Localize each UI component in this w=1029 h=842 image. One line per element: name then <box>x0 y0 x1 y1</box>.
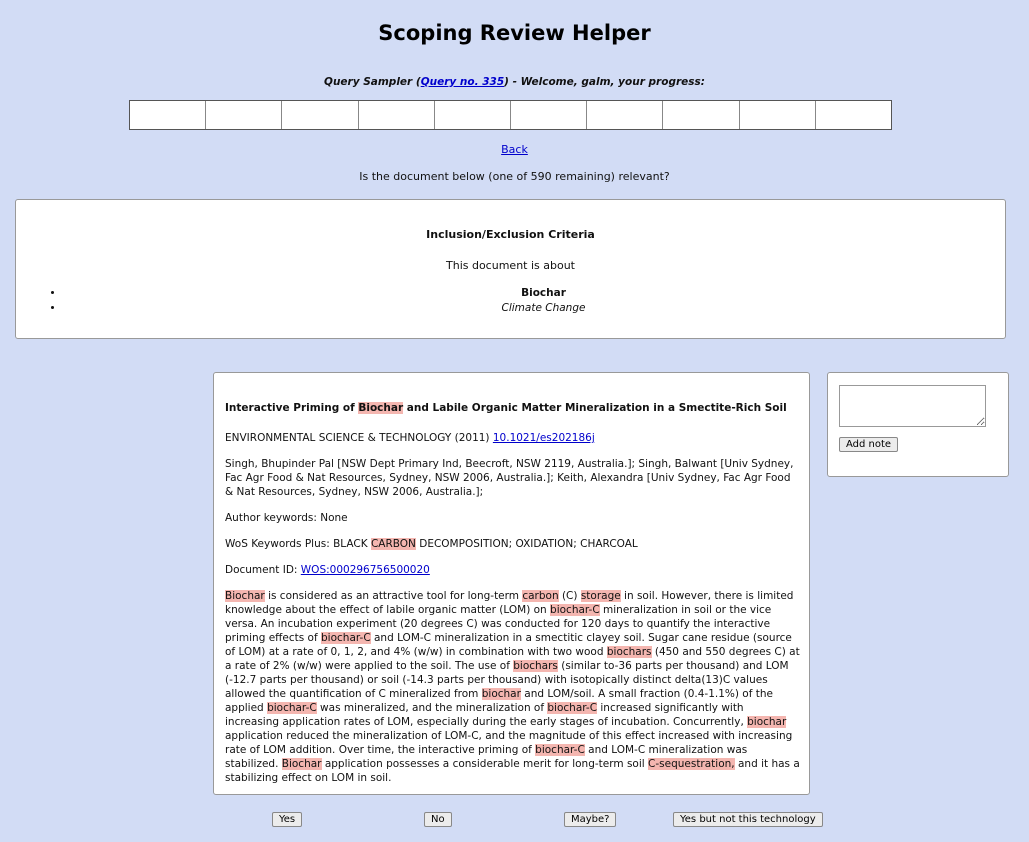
sampler-prefix: Query Sampler ( <box>324 76 421 88</box>
abstract-text: was mineralized, and the mineralization … <box>316 702 548 714</box>
abstract-highlight: biochars <box>513 660 558 672</box>
abstract-highlight: C-sequestration, <box>648 758 735 770</box>
progress-segment <box>282 101 359 129</box>
abstract-text: is considered as an attractive tool for … <box>264 590 523 602</box>
criteria-about: This document is about <box>446 259 575 272</box>
abstract-highlight: biochar-C <box>550 604 600 616</box>
criteria-item-climate-change: Climate Change <box>64 301 1023 316</box>
abstract-text: application possesses a considerable mer… <box>321 758 649 770</box>
doi-link[interactable]: 10.1021/es202186j <box>493 432 595 444</box>
abstract-highlight: carbon <box>522 590 559 602</box>
document-panel: Interactive Priming of Biochar and Labil… <box>213 372 810 795</box>
doc-id-label: Document ID: <box>225 564 301 576</box>
add-note-button[interactable]: Add note <box>839 437 899 452</box>
abstract-highlight: biochar-C <box>535 744 585 756</box>
abstract-highlight: biochar-C <box>267 702 317 714</box>
query-link[interactable]: Query no. 335 <box>421 76 504 88</box>
abstract-highlight: biochars <box>606 646 652 658</box>
abstract-highlight: biochar <box>747 716 787 728</box>
criteria-item-biochar: Biochar <box>64 286 1023 301</box>
progress-segment <box>816 101 891 129</box>
no-button[interactable]: No <box>424 812 452 827</box>
journal-line: ENVIRONMENTAL SCIENCE & TECHNOLOGY (2011… <box>225 431 800 445</box>
progress-segment <box>663 101 740 129</box>
abstract-highlight: storage <box>580 590 621 602</box>
document-id-line: Document ID: WOS:000296756500020 <box>225 563 800 577</box>
progress-segment <box>130 101 207 129</box>
relevance-question: Is the document below (one of 590 remain… <box>359 170 670 183</box>
back-container: Back <box>0 143 1029 156</box>
author-keywords: Author keywords: None <box>225 512 348 524</box>
abstract-highlight: biochar-C <box>321 632 371 644</box>
wos-part: DECOMPOSITION; OXIDATION; CHARCOAL <box>415 538 638 550</box>
doc-id-link[interactable]: WOS:000296756500020 <box>301 564 430 576</box>
authors: Singh, Bhupinder Pal [NSW Dept Primary I… <box>225 458 794 498</box>
journal-name: ENVIRONMENTAL SCIENCE & TECHNOLOGY (2011… <box>225 432 493 444</box>
criteria-heading: Inclusion/Exclusion Criteria <box>426 228 595 241</box>
progress-bar <box>129 100 892 130</box>
sampler-suffix: ) - Welcome, galm, your progress: <box>504 76 705 88</box>
progress-segment <box>435 101 512 129</box>
page-title: Scoping Review Helper <box>378 21 651 45</box>
progress-segment <box>206 101 283 129</box>
document-title: Interactive Priming of Biochar and Labil… <box>225 401 800 415</box>
criteria-panel: Inclusion/Exclusion Criteria This docume… <box>15 199 1006 339</box>
notes-panel: Add note <box>827 372 1009 477</box>
back-link[interactable]: Back <box>501 143 528 156</box>
abstract: Biochar is considered as an attractive t… <box>225 589 800 785</box>
yes-button[interactable]: Yes <box>272 812 303 827</box>
title-part: Interactive Priming of <box>225 402 359 414</box>
title-part: and Labile Organic Matter Mineralization… <box>403 402 787 414</box>
wos-highlight: CARBON <box>370 538 416 550</box>
abstract-highlight: biochar <box>481 688 521 700</box>
abstract-highlight: Biochar <box>281 758 322 770</box>
maybe-button[interactable]: Maybe? <box>564 812 617 827</box>
progress-segment <box>511 101 588 129</box>
progress-segment <box>587 101 664 129</box>
progress-segment <box>740 101 816 129</box>
abstract-highlight: biochar-C <box>547 702 598 714</box>
note-input[interactable] <box>839 385 986 427</box>
criteria-list: Biochar Climate Change <box>46 286 1023 316</box>
wos-part: WoS Keywords Plus: BLACK <box>225 538 371 550</box>
abstract-text: (C) <box>558 590 581 602</box>
abstract-highlight: Biochar <box>225 590 265 602</box>
progress-segment <box>359 101 435 129</box>
wos-keywords: WoS Keywords Plus: BLACK CARBON DECOMPOS… <box>225 537 800 551</box>
title-highlight: Biochar <box>358 402 404 414</box>
yes-not-technology-button[interactable]: Yes but not this technology <box>673 812 823 827</box>
progress-caption: Query Sampler (Query no. 335) - Welcome,… <box>0 76 1029 88</box>
